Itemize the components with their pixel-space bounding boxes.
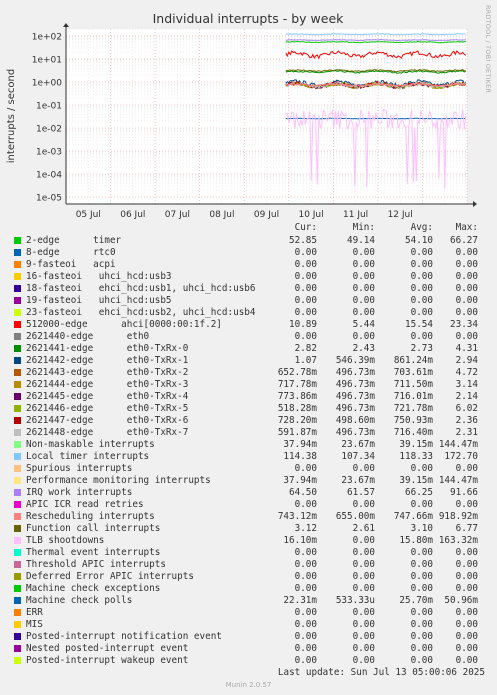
- y-axis-arrow: [63, 23, 69, 27]
- x-tick-label: 10 Jul: [298, 210, 323, 220]
- munin-version: Munin 2.0.57: [225, 681, 272, 689]
- y-tick-label: 1e-01: [36, 101, 62, 111]
- y-tick-label: 1e+01: [32, 55, 62, 65]
- x-tick-label: 05 Jul: [76, 210, 101, 220]
- x-tick-label: 08 Jul: [209, 210, 234, 220]
- last-update: Last update: Sun Jul 13 05:00:06 2025: [277, 667, 485, 678]
- x-tick-label: 12 Jul: [388, 210, 413, 220]
- x-tick-label: 07 Jul: [165, 210, 190, 220]
- y-tick-label: 1e-04: [36, 171, 62, 181]
- y-tick-label: 1e-02: [36, 125, 62, 135]
- x-axis-arrow: [473, 201, 477, 207]
- x-tick-label: 06 Jul: [120, 210, 145, 220]
- chart-canvas: Individual interrupts - by week interrup…: [6, 11, 477, 220]
- y-axis-label: interrupts / second: [6, 69, 17, 163]
- x-tick-label: 09 Jul: [254, 210, 279, 220]
- y-tick-label: 1e+00: [32, 78, 63, 88]
- rrdtool-watermark: RRDTOOL / TOBI OETIKER: [484, 5, 492, 94]
- x-axis-ticks: 05 Jul 06 Jul 07 Jul 08 Jul 09 Jul 10 Jul 11 J…: [76, 210, 413, 220]
- chart-title: Individual interrupts - by week: [153, 11, 345, 26]
- y-tick-label: 1e+02: [32, 32, 62, 42]
- y-tick-label: 1e-03: [36, 148, 62, 158]
- y-tick-label: 1e-05: [36, 194, 62, 204]
- y-axis-ticks: 1e+02 1e+01 1e+00 1e-01 1e-02 1e-03 1e-04 1e-05: [32, 32, 63, 203]
- x-tick-label: 11 Jul: [343, 210, 368, 220]
